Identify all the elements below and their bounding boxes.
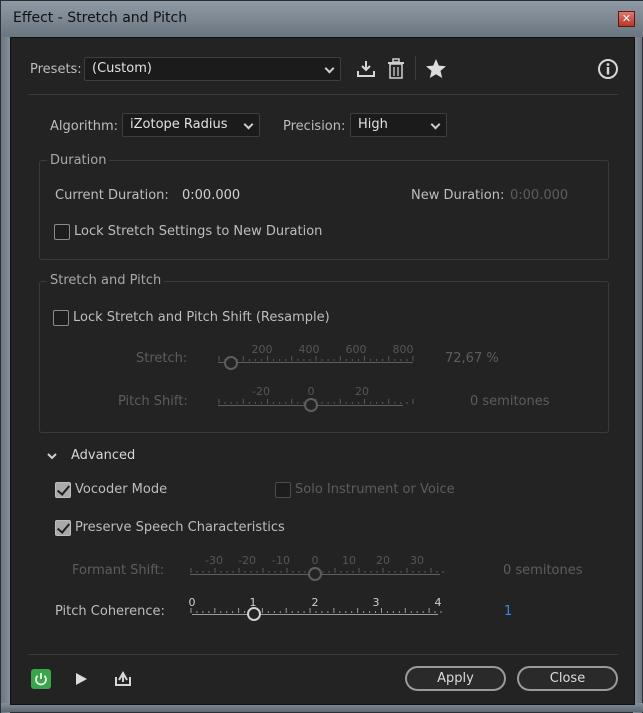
pitch-coherence-slider-track[interactable] [192, 614, 438, 615]
formant-tick-minus30: -30 [205, 554, 223, 567]
pitch-coherence-slider-thumb[interactable] [246, 607, 261, 621]
precision-dropdown[interactable]: High [350, 113, 447, 137]
close-button[interactable]: Close [517, 666, 618, 691]
lock-stretch-pitch-checkbox[interactable] [53, 310, 69, 326]
formant-tick-minus10: -10 [272, 554, 290, 567]
coherence-ticks [190, 608, 442, 613]
precision-label: Precision: [283, 119, 346, 134]
lock-duration-label[interactable]: Lock Stretch Settings to New Duration [74, 224, 322, 239]
duration-group [39, 160, 609, 260]
formant-tick-10: 10 [342, 554, 356, 567]
formant-tick-minus20: -20 [238, 554, 256, 567]
formant-tick-20: 20 [376, 554, 390, 567]
stretch-pitch-group-title: Stretch and Pitch [47, 273, 165, 288]
presets-value: (Custom) [92, 61, 152, 76]
chevron-down-icon [324, 63, 335, 74]
preserve-speech-checkbox[interactable] [55, 520, 71, 536]
presets-dropdown[interactable]: (Custom) [84, 57, 341, 81]
vocoder-mode-label[interactable]: Vocoder Mode [75, 482, 167, 497]
stretch-ticks [218, 356, 414, 361]
algorithm-label: Algorithm: [50, 119, 119, 134]
export-icon[interactable] [113, 670, 133, 688]
window-close-button[interactable]: ✕ [618, 11, 635, 27]
presets-label: Presets: [30, 62, 82, 77]
pitch-shift-label: Pitch Shift: [118, 394, 188, 409]
chevron-down-icon [430, 119, 441, 130]
star-icon[interactable] [425, 58, 447, 79]
pitch-shift-value: 0 semitones [470, 394, 550, 409]
dialog-window: Effect - Stretch and Pitch ✕ Presets: (C… [0, 0, 643, 713]
stretch-tick-600: 600 [345, 343, 367, 356]
preserve-speech-label[interactable]: Preserve Speech Characteristics [75, 520, 285, 535]
pitch-shift-slider-thumb[interactable] [304, 398, 318, 412]
info-icon[interactable] [597, 58, 619, 80]
duration-group-title: Duration [47, 153, 110, 168]
chevron-down-icon [243, 119, 254, 130]
vocoder-mode-checkbox[interactable] [55, 482, 71, 498]
stretch-tick-400: 400 [298, 343, 320, 356]
stretch-tick-200: 200 [251, 343, 273, 356]
algorithm-value: iZotope Radius [130, 117, 228, 132]
formant-tick-0: 0 [311, 554, 319, 567]
pitch-tick-0: 0 [307, 385, 315, 398]
pitch-tick-minus20: -20 [252, 385, 270, 398]
stretch-slider-thumb[interactable] [224, 356, 238, 370]
algorithm-dropdown[interactable]: iZotope Radius [122, 113, 260, 137]
pitch-tick-20: 20 [355, 385, 369, 398]
toolbar-divider [415, 56, 416, 80]
power-icon [35, 673, 47, 686]
solo-instrument-checkbox[interactable] [275, 482, 291, 498]
power-button[interactable] [31, 669, 51, 689]
formant-shift-slider-thumb[interactable] [308, 567, 322, 581]
footer-separator [28, 654, 618, 655]
dialog-content: Presets: (Custom) Algorithm: iZotope Rad… [10, 37, 635, 705]
current-duration-value: 0:00.000 [182, 188, 241, 203]
lock-stretch-pitch-label[interactable]: Lock Stretch and Pitch Shift (Resample) [73, 310, 330, 325]
precision-value: High [358, 117, 388, 132]
trash-icon[interactable] [387, 58, 405, 80]
stretch-value: 72,67 % [445, 351, 499, 366]
chevron-down-icon[interactable] [46, 451, 58, 461]
new-duration-label: New Duration: [411, 188, 505, 203]
formant-tick-30: 30 [410, 554, 424, 567]
stretch-label: Stretch: [136, 351, 188, 366]
new-duration-field[interactable]: 0:00.000 [510, 188, 568, 203]
advanced-toggle[interactable]: Advanced [71, 448, 135, 463]
frame-left [1, 37, 10, 713]
title-bar[interactable]: Effect - Stretch and Pitch ✕ [1, 1, 643, 37]
lock-duration-checkbox[interactable] [54, 224, 70, 240]
pitch-coherence-label: Pitch Coherence: [55, 604, 165, 619]
formant-shift-value: 0 semitones [503, 563, 583, 578]
stretch-tick-800: 800 [392, 343, 414, 356]
presets-separator [28, 94, 618, 95]
download-icon[interactable] [356, 59, 376, 79]
formant-shift-label: Formant Shift: [72, 563, 165, 578]
solo-instrument-label[interactable]: Solo Instrument or Voice [295, 482, 455, 497]
window-title: Effect - Stretch and Pitch [13, 10, 188, 26]
stretch-slider-track[interactable] [218, 362, 413, 363]
pitch-coherence-value[interactable]: 1 [504, 604, 512, 619]
apply-button[interactable]: Apply [405, 666, 506, 691]
play-icon[interactable] [74, 672, 88, 686]
current-duration-label: Current Duration: [55, 188, 169, 203]
